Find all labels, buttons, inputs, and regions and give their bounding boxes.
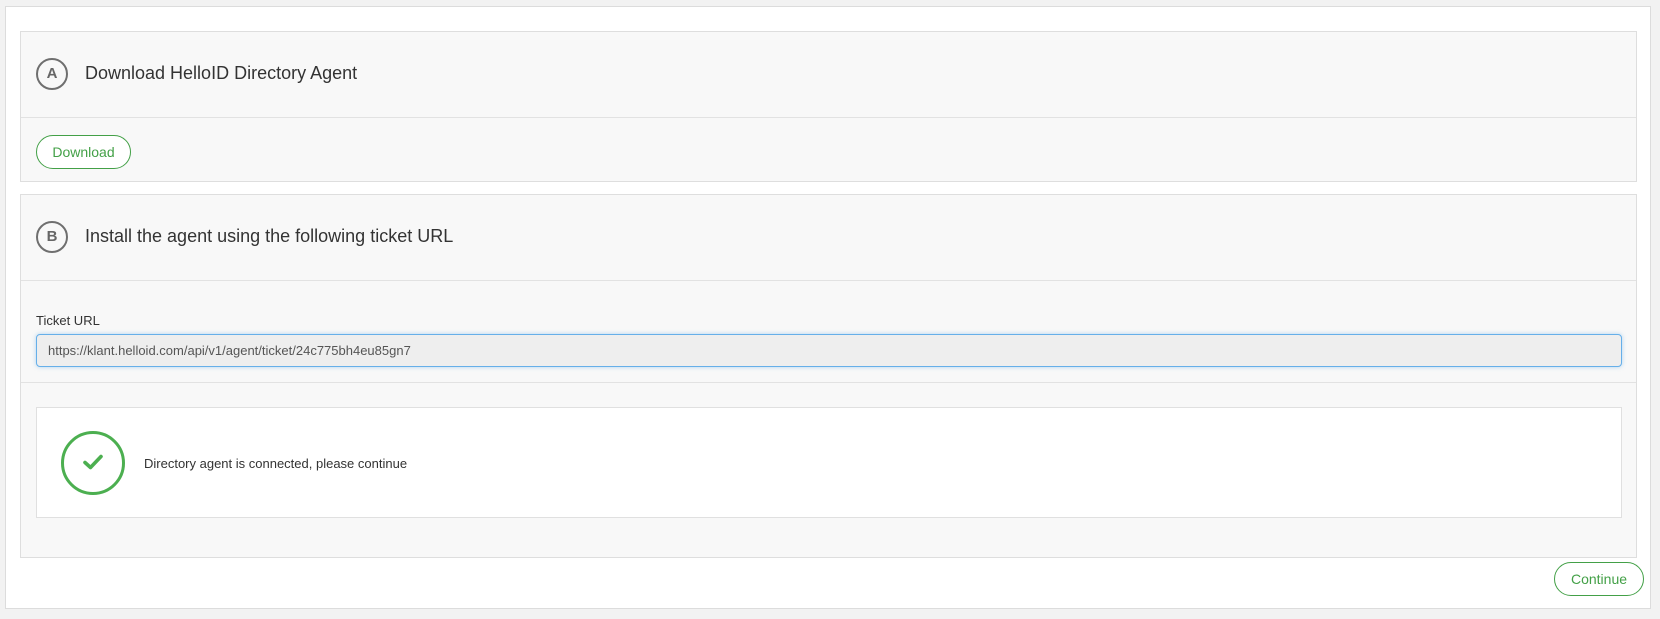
step-b-panel: B Install the agent using the following … xyxy=(20,194,1637,558)
agent-setup-card: A Download HelloID Directory Agent Downl… xyxy=(5,6,1651,609)
step-a-panel: A Download HelloID Directory Agent Downl… xyxy=(20,31,1637,182)
connection-status-message: Directory agent is connected, please con… xyxy=(144,456,408,471)
ticket-url-label: Ticket URL xyxy=(36,313,100,328)
continue-button[interactable]: Continue xyxy=(1554,562,1644,596)
ticket-url-input[interactable] xyxy=(36,334,1622,367)
step-b-header: B Install the agent using the following … xyxy=(21,195,1636,281)
step-a-badge: A xyxy=(36,58,68,90)
checkmark-icon xyxy=(83,454,103,470)
check-circle-icon xyxy=(61,431,125,495)
step-a-title: Download HelloID Directory Agent xyxy=(85,63,358,83)
download-button[interactable]: Download xyxy=(36,135,131,169)
step-b-badge: B xyxy=(36,221,68,253)
section-divider xyxy=(21,382,1636,383)
step-a-header: A Download HelloID Directory Agent xyxy=(21,32,1636,118)
step-b-title: Install the agent using the following ti… xyxy=(85,226,454,246)
connection-status-box: Directory agent is connected, please con… xyxy=(36,407,1622,518)
